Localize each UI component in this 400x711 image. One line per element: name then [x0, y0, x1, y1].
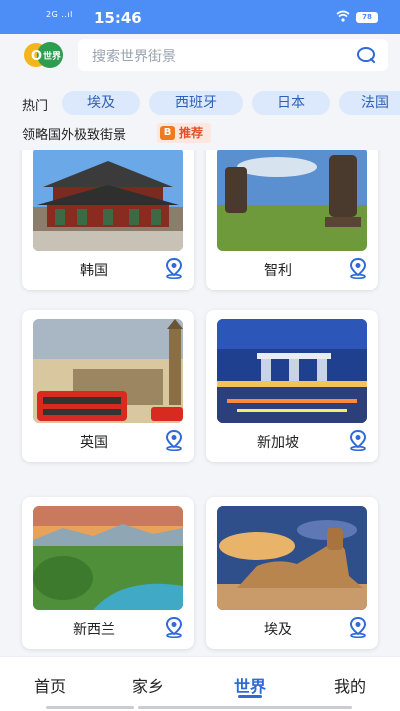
recommend-badge-label: 推荐 — [179, 126, 204, 140]
place-card-chile[interactable]: 智利 — [206, 150, 378, 290]
wifi-icon — [336, 10, 350, 22]
tab-world[interactable]: 世界 — [220, 673, 280, 697]
recommend-badge-icon: B — [160, 126, 175, 140]
place-name: 韩国 — [80, 263, 108, 279]
chip-france[interactable]: 法国 — [339, 91, 400, 115]
place-name: 新西兰 — [73, 622, 115, 638]
hot-row: 热门 埃及 西班牙 日本 法国 — [0, 90, 400, 116]
location-pin-icon[interactable] — [348, 257, 368, 279]
place-photo-chile — [217, 150, 367, 251]
hot-label: 热门 — [22, 99, 49, 114]
place-name: 英国 — [80, 435, 108, 451]
place-name: 埃及 — [264, 622, 292, 638]
location-pin-icon[interactable] — [164, 616, 184, 638]
recommend-badge: B 推荐 — [157, 123, 211, 143]
tab-mine[interactable]: 我的 — [320, 673, 380, 697]
place-card-egypt[interactable]: 埃及 — [206, 497, 378, 649]
recommend-text: 领略国外极致街景 — [22, 128, 127, 143]
status-bar: 2G ..ıl 15:46 78 — [0, 0, 400, 34]
gesture-bar — [46, 706, 134, 709]
place-photo-egypt — [217, 506, 367, 610]
tab-hometown[interactable]: 家乡 — [118, 673, 178, 697]
place-card-new-zealand[interactable]: 新西兰 — [22, 497, 194, 649]
place-photo-singapore — [217, 319, 367, 423]
svg-text:世界: 世界 — [43, 50, 61, 62]
search-input[interactable]: 搜索世界街景 — [78, 39, 388, 71]
place-name: 智利 — [264, 263, 292, 279]
place-name: 新加坡 — [257, 435, 299, 451]
place-photo-uk — [33, 319, 183, 423]
battery-icon: 78 — [356, 12, 378, 23]
bottom-tab-bar: 首页 家乡 世界 我的 — [0, 656, 400, 711]
signal-indicator: 2G ..ıl — [46, 10, 73, 19]
search-placeholder: 搜索世界街景 — [92, 49, 176, 65]
app-logo[interactable]: O 世界 — [22, 41, 66, 69]
location-pin-icon[interactable] — [348, 429, 368, 451]
place-card-uk[interactable]: 英国 — [22, 310, 194, 462]
svg-text:O: O — [31, 49, 42, 64]
active-tab-indicator — [238, 695, 262, 698]
gesture-bar — [138, 706, 352, 709]
chip-japan[interactable]: 日本 — [252, 91, 330, 115]
location-pin-icon[interactable] — [348, 616, 368, 638]
place-card-singapore[interactable]: 新加坡 — [206, 310, 378, 462]
chip-spain[interactable]: 西班牙 — [149, 91, 243, 115]
recommend-row: 领略国外极致街景 B 推荐 — [22, 123, 211, 144]
tab-home[interactable]: 首页 — [20, 673, 80, 697]
location-pin-icon[interactable] — [164, 257, 184, 279]
chip-egypt[interactable]: 埃及 — [62, 91, 140, 115]
status-time: 15:46 — [94, 9, 142, 27]
place-card-korea[interactable]: 韩国 — [22, 150, 194, 290]
places-grid: 韩国 智利 英国 新加坡 新西兰 埃及 — [0, 150, 400, 656]
place-photo-korea — [33, 150, 183, 251]
location-pin-icon[interactable] — [164, 429, 184, 451]
search-icon[interactable] — [356, 46, 376, 64]
place-photo-new-zealand — [33, 506, 183, 610]
